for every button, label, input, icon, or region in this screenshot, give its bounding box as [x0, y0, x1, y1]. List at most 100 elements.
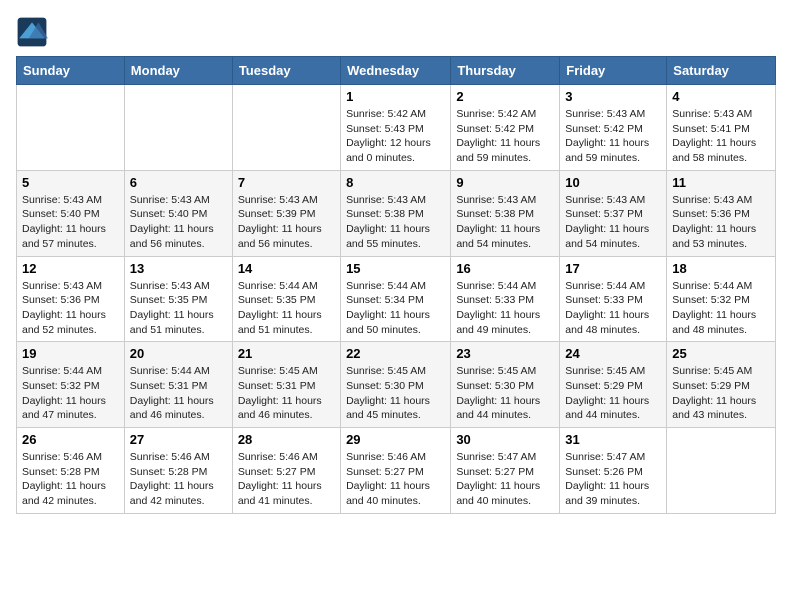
calendar-header: SundayMondayTuesdayWednesdayThursdayFrid… [17, 57, 776, 85]
day-number: 15 [346, 261, 445, 276]
day-number: 25 [672, 346, 770, 361]
header-thursday: Thursday [451, 57, 560, 85]
day-info: Sunrise: 5:44 AM Sunset: 5:32 PM Dayligh… [672, 279, 770, 338]
calendar-cell: 2 Sunrise: 5:42 AM Sunset: 5:42 PM Daylig… [451, 85, 560, 171]
calendar-cell: 19 Sunrise: 5:44 AM Sunset: 5:32 PM Dayli… [17, 342, 125, 428]
day-number: 23 [456, 346, 554, 361]
calendar-table: SundayMondayTuesdayWednesdayThursdayFrid… [16, 56, 776, 514]
day-number: 7 [238, 175, 335, 190]
header-friday: Friday [560, 57, 667, 85]
calendar-cell: 14 Sunrise: 5:44 AM Sunset: 5:35 PM Dayli… [232, 256, 340, 342]
day-number: 3 [565, 89, 661, 104]
day-number: 26 [22, 432, 119, 447]
day-number: 19 [22, 346, 119, 361]
day-info: Sunrise: 5:43 AM Sunset: 5:37 PM Dayligh… [565, 193, 661, 252]
calendar-cell [667, 428, 776, 514]
logo [16, 16, 52, 48]
calendar-cell: 20Sunrise: 5:44 AM Sunset: 5:31 PM Dayli… [124, 342, 232, 428]
day-info: Sunrise: 5:43 AM Sunset: 5:40 PM Dayligh… [22, 193, 119, 252]
day-info: Sunrise: 5:44 AM Sunset: 5:34 PM Dayligh… [346, 279, 445, 338]
day-number: 16 [456, 261, 554, 276]
calendar-cell: 23 Sunrise: 5:45 AM Sunset: 5:30 PM Dayli… [451, 342, 560, 428]
day-info: Sunrise: 5:44 AM Sunset: 5:33 PM Dayligh… [565, 279, 661, 338]
day-info: Sunrise: 5:45 AM Sunset: 5:30 PM Dayligh… [456, 364, 554, 423]
day-info: Sunrise: 5:43 AM Sunset: 5:40 PM Dayligh… [130, 193, 227, 252]
day-info: Sunrise: 5:46 AM Sunset: 5:28 PM Dayligh… [130, 450, 227, 509]
calendar-cell: 31Sunrise: 5:47 AM Sunset: 5:26 PM Dayli… [560, 428, 667, 514]
calendar-cell: 10 Sunrise: 5:43 AM Sunset: 5:37 PM Dayli… [560, 170, 667, 256]
day-info: Sunrise: 5:47 AM Sunset: 5:27 PM Dayligh… [456, 450, 554, 509]
day-info: Sunrise: 5:44 AM Sunset: 5:33 PM Dayligh… [456, 279, 554, 338]
day-info: Sunrise: 5:43 AM Sunset: 5:38 PM Dayligh… [456, 193, 554, 252]
day-number: 13 [130, 261, 227, 276]
day-info: Sunrise: 5:44 AM Sunset: 5:35 PM Dayligh… [238, 279, 335, 338]
day-info: Sunrise: 5:47 AM Sunset: 5:26 PM Dayligh… [565, 450, 661, 509]
day-number: 12 [22, 261, 119, 276]
calendar-body: 1Sunrise: 5:42 AM Sunset: 5:43 PM Daylig… [17, 85, 776, 514]
day-info: Sunrise: 5:43 AM Sunset: 5:36 PM Dayligh… [672, 193, 770, 252]
day-info: Sunrise: 5:43 AM Sunset: 5:36 PM Dayligh… [22, 279, 119, 338]
day-info: Sunrise: 5:43 AM Sunset: 5:35 PM Dayligh… [130, 279, 227, 338]
header-tuesday: Tuesday [232, 57, 340, 85]
calendar-cell: 15 Sunrise: 5:44 AM Sunset: 5:34 PM Dayli… [341, 256, 451, 342]
day-number: 18 [672, 261, 770, 276]
day-number: 5 [22, 175, 119, 190]
day-info: Sunrise: 5:46 AM Sunset: 5:27 PM Dayligh… [346, 450, 445, 509]
day-info: Sunrise: 5:44 AM Sunset: 5:31 PM Dayligh… [130, 364, 227, 423]
day-info: Sunrise: 5:43 AM Sunset: 5:42 PM Dayligh… [565, 107, 661, 166]
calendar-cell [17, 85, 125, 171]
calendar-cell: 16 Sunrise: 5:44 AM Sunset: 5:33 PM Dayli… [451, 256, 560, 342]
calendar-cell: 4Sunrise: 5:43 AM Sunset: 5:41 PM Daylig… [667, 85, 776, 171]
day-number: 27 [130, 432, 227, 447]
day-number: 11 [672, 175, 770, 190]
day-number: 24 [565, 346, 661, 361]
calendar-cell: 8Sunrise: 5:43 AM Sunset: 5:38 PM Daylig… [341, 170, 451, 256]
day-info: Sunrise: 5:46 AM Sunset: 5:27 PM Dayligh… [238, 450, 335, 509]
calendar-cell: 13 Sunrise: 5:43 AM Sunset: 5:35 PM Dayli… [124, 256, 232, 342]
day-number: 10 [565, 175, 661, 190]
day-number: 29 [346, 432, 445, 447]
day-info: Sunrise: 5:43 AM Sunset: 5:39 PM Dayligh… [238, 193, 335, 252]
calendar-cell: 6Sunrise: 5:43 AM Sunset: 5:40 PM Daylig… [124, 170, 232, 256]
calendar-cell: 5 Sunrise: 5:43 AM Sunset: 5:40 PM Daylig… [17, 170, 125, 256]
day-info: Sunrise: 5:44 AM Sunset: 5:32 PM Dayligh… [22, 364, 119, 423]
day-number: 28 [238, 432, 335, 447]
day-number: 9 [456, 175, 554, 190]
header-row: SundayMondayTuesdayWednesdayThursdayFrid… [17, 57, 776, 85]
header-wednesday: Wednesday [341, 57, 451, 85]
calendar-cell: 7 Sunrise: 5:43 AM Sunset: 5:39 PM Daylig… [232, 170, 340, 256]
calendar-cell: 9 Sunrise: 5:43 AM Sunset: 5:38 PM Daylig… [451, 170, 560, 256]
day-number: 17 [565, 261, 661, 276]
header-sunday: Sunday [17, 57, 125, 85]
calendar-cell: 27 Sunrise: 5:46 AM Sunset: 5:28 PM Dayli… [124, 428, 232, 514]
week-row-5: 26 Sunrise: 5:46 AM Sunset: 5:28 PM Dayli… [17, 428, 776, 514]
day-number: 21 [238, 346, 335, 361]
week-row-3: 12 Sunrise: 5:43 AM Sunset: 5:36 PM Dayli… [17, 256, 776, 342]
calendar-cell: 25 Sunrise: 5:45 AM Sunset: 5:29 PM Dayli… [667, 342, 776, 428]
day-info: Sunrise: 5:42 AM Sunset: 5:43 PM Dayligh… [346, 107, 445, 166]
calendar-cell [232, 85, 340, 171]
calendar-cell: 3 Sunrise: 5:43 AM Sunset: 5:42 PM Daylig… [560, 85, 667, 171]
day-info: Sunrise: 5:45 AM Sunset: 5:30 PM Dayligh… [346, 364, 445, 423]
day-info: Sunrise: 5:45 AM Sunset: 5:29 PM Dayligh… [565, 364, 661, 423]
day-number: 8 [346, 175, 445, 190]
calendar-cell [124, 85, 232, 171]
day-info: Sunrise: 5:42 AM Sunset: 5:42 PM Dayligh… [456, 107, 554, 166]
logo-icon [16, 16, 48, 48]
day-info: Sunrise: 5:45 AM Sunset: 5:31 PM Dayligh… [238, 364, 335, 423]
header-monday: Monday [124, 57, 232, 85]
calendar-cell: 29 Sunrise: 5:46 AM Sunset: 5:27 PM Dayli… [341, 428, 451, 514]
week-row-1: 1Sunrise: 5:42 AM Sunset: 5:43 PM Daylig… [17, 85, 776, 171]
day-number: 14 [238, 261, 335, 276]
calendar-cell: 11 Sunrise: 5:43 AM Sunset: 5:36 PM Dayli… [667, 170, 776, 256]
day-number: 30 [456, 432, 554, 447]
week-row-4: 19 Sunrise: 5:44 AM Sunset: 5:32 PM Dayli… [17, 342, 776, 428]
calendar-cell: 26Sunrise: 5:46 AM Sunset: 5:28 PM Dayli… [17, 428, 125, 514]
day-number: 2 [456, 89, 554, 104]
day-info: Sunrise: 5:45 AM Sunset: 5:29 PM Dayligh… [672, 364, 770, 423]
week-row-2: 5 Sunrise: 5:43 AM Sunset: 5:40 PM Daylig… [17, 170, 776, 256]
page-header [16, 16, 776, 48]
calendar-cell: 28 Sunrise: 5:46 AM Sunset: 5:27 PM Dayli… [232, 428, 340, 514]
calendar-cell: 1Sunrise: 5:42 AM Sunset: 5:43 PM Daylig… [341, 85, 451, 171]
calendar-cell: 24 Sunrise: 5:45 AM Sunset: 5:29 PM Dayli… [560, 342, 667, 428]
